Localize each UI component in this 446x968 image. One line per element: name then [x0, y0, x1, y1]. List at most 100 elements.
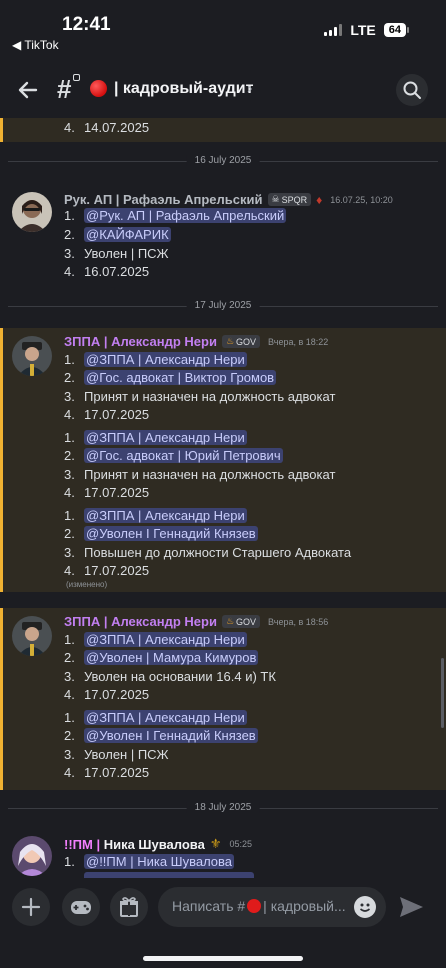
- skull-icon: ☠: [271, 194, 280, 204]
- list-item: 3. Уволен | ПСЖ: [64, 747, 169, 762]
- activities-button[interactable]: [62, 888, 100, 926]
- list-item: 4. 17.07.2025: [64, 485, 150, 500]
- message-header: ЗППА | Александр Нери ♨ GOV Вчера, в 18:2…: [64, 334, 328, 349]
- signal-icon: [324, 24, 343, 36]
- list-item: 4. 17.07.2025: [64, 687, 150, 702]
- list-item: 1. @ЗППА | Александр Нери: [64, 430, 247, 445]
- list-item: 4. 16.07.2025: [64, 264, 150, 279]
- status-bar: 12:41 ◀ TikTok LTE 64: [0, 0, 446, 60]
- send-icon: [400, 897, 423, 917]
- message-input-placeholder: Написать # | кадровый...: [172, 898, 346, 914]
- gift-icon: [120, 897, 138, 917]
- user-mention[interactable]: @ЗППА | Александр Нери: [84, 352, 247, 367]
- list-item: 1. @ЗППА | Александр Нери: [64, 352, 247, 367]
- user-mention[interactable]: @Уволен I Геннадий Князев: [84, 526, 258, 541]
- search-button[interactable]: [396, 74, 428, 106]
- smiley-icon: [359, 903, 371, 912]
- user-mention[interactable]: @ЗППА | Александр Нери: [84, 710, 247, 725]
- list-item: 2. @Гос. адвокат | Виктор Громов: [64, 370, 277, 385]
- scrollbar[interactable]: [441, 658, 444, 728]
- message-list[interactable]: 4. 14.07.2025 16 July 2025 Рук. АП | Рафа…: [0, 118, 446, 878]
- message-timestamp: Вчера, в 18:22: [268, 336, 329, 347]
- search-icon: [403, 81, 421, 99]
- chevron-right-icon[interactable]: ›: [247, 80, 252, 98]
- list-item: 4. 17.07.2025: [64, 407, 150, 422]
- message-input[interactable]: Написать # | кадровый...: [158, 887, 386, 927]
- red-circle-emoji: [90, 80, 107, 97]
- user-mention[interactable]: @ЗППА | Александр Нери: [84, 508, 247, 523]
- emoji-button[interactable]: [354, 896, 376, 918]
- user-mention[interactable]: @Гос. адвокат | Юрий Петрович: [84, 448, 283, 463]
- message-timestamp: 05:25: [229, 839, 253, 849]
- list-item: 1. @ЗППА | Александр Нери: [64, 710, 247, 725]
- message-author[interactable]: !!ПМ | Ника Шувалова: [64, 837, 205, 852]
- back-arrow-icon[interactable]: [16, 78, 40, 102]
- edited-label: (изменено): [66, 580, 108, 589]
- list-item: 1. @ЗППА | Александр Нери: [64, 508, 247, 523]
- list-item: 2. @Уволен I Геннадий Князев: [64, 526, 258, 541]
- avatar[interactable]: [12, 192, 52, 232]
- channel-header: # | кадровый-аудит ›: [0, 60, 446, 118]
- plus-icon: [21, 897, 41, 917]
- list-item: 2. @Гос. адвокат | Юрий Петрович: [64, 448, 283, 463]
- message-author[interactable]: Рук. АП | Рафаэль Апрельский: [64, 192, 263, 207]
- battery-icon: 64: [383, 23, 410, 37]
- role-tag: ♨ GOV: [221, 615, 261, 628]
- avatar[interactable]: [12, 616, 52, 656]
- date-divider: 17 July 2025: [8, 300, 438, 311]
- user-mention[interactable]: @КАЙФАРИК: [84, 227, 171, 242]
- message-timestamp: Вчера, в 18:56: [268, 616, 329, 627]
- channel-title[interactable]: | кадровый-аудит: [114, 80, 253, 98]
- user-mention[interactable]: @Гос. адвокат | Виктор Громов: [84, 370, 277, 385]
- list-item: 2. @Уволен | Мамура Кимуров: [64, 650, 259, 665]
- user-mention[interactable]: @!!ПМ | Ника Шувалова: [84, 854, 235, 869]
- list-item: 4. 17.07.2025: [64, 765, 150, 780]
- user-mention[interactable]: @ЗППА | Александр Нери: [84, 632, 247, 647]
- add-button[interactable]: [12, 888, 50, 926]
- list-item: 3. Уволен | ПСЖ: [64, 246, 169, 261]
- message-header: ЗППА | Александр Нери ♨ GOV Вчера, в 18:5…: [64, 614, 328, 629]
- date-divider: 16 July 2025: [8, 155, 438, 166]
- role-tag: ♨ GOV: [221, 335, 261, 348]
- user-mention[interactable]: @Уволен | Мамура Кимуров: [84, 650, 259, 665]
- list-item: 2. @Уволен I Геннадий Князев: [64, 728, 258, 743]
- date-divider: 18 July 2025: [8, 802, 438, 813]
- send-button[interactable]: [396, 892, 426, 922]
- message-author[interactable]: ЗППА | Александр Нери: [64, 334, 217, 349]
- message-header: Рук. АП | Рафаэль Апрельский ☠ SPQR ♦ 16.…: [64, 192, 393, 207]
- list-item: 1. @!!ПМ | Ника Шувалова: [64, 854, 235, 869]
- message-timestamp: 16.07.25, 10:20: [330, 194, 393, 205]
- message-header: !!ПМ | Ника Шувалова ⚜ 05:25: [64, 836, 252, 852]
- home-indicator[interactable]: [143, 956, 303, 961]
- list-item: 1. @ЗППА | Александр Нери: [64, 632, 247, 647]
- avatar[interactable]: [12, 336, 52, 376]
- rose-icon: ♦: [316, 192, 323, 207]
- message-author[interactable]: ЗППА | Александр Нери: [64, 614, 217, 629]
- list-item: 3. Принят и назначен на должность адвокат: [64, 467, 336, 482]
- gift-button[interactable]: [110, 888, 148, 926]
- avatar[interactable]: [12, 836, 52, 876]
- list-item: 4. 14.07.2025: [64, 120, 150, 135]
- network-label: LTE: [350, 22, 376, 38]
- fire-icon: ♨: [225, 616, 235, 626]
- status-time: 12:41: [62, 14, 111, 35]
- gamepad-icon: [71, 901, 91, 914]
- list-item: 1. @Рук. АП | Рафаэль Апрельский: [64, 208, 287, 223]
- list-item: 3. Уволен на основании 16.4 и) ТК: [64, 669, 276, 684]
- lock-icon: [73, 74, 80, 81]
- status-indicators: LTE 64: [324, 22, 410, 38]
- crest-icon: ⚜: [209, 836, 222, 851]
- composer-bar: Написать # | кадровый...: [0, 878, 446, 968]
- role-tag: ☠ SPQR: [267, 193, 312, 206]
- list-item: 2. @КАЙФАРИК: [64, 227, 171, 242]
- user-mention[interactable]: @Рук. АП | Рафаэль Апрельский: [84, 208, 287, 223]
- fire-icon: ♨: [225, 336, 235, 346]
- channel-hash-icon: #: [57, 74, 72, 104]
- red-circle-emoji: [247, 899, 262, 913]
- list-item: 4. 17.07.2025: [64, 563, 150, 578]
- list-item: 3. Повышен до должности Старшего Адвоката: [64, 545, 352, 560]
- back-to-app-link[interactable]: ◀ TikTok: [12, 38, 59, 52]
- list-item: 3. Принят и назначен на должность адвокат: [64, 389, 336, 404]
- user-mention[interactable]: @ЗППА | Александр Нери: [84, 430, 247, 445]
- user-mention[interactable]: @Уволен I Геннадий Князев: [84, 728, 258, 743]
